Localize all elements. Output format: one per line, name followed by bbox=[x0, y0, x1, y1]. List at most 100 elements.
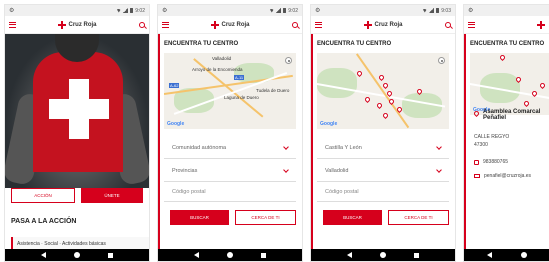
map-marker[interactable] bbox=[375, 101, 384, 110]
map-marker[interactable] bbox=[377, 73, 386, 82]
finder-title: ENCUENTRA TU CENTRO bbox=[317, 41, 392, 47]
menu-icon[interactable] bbox=[162, 21, 169, 28]
recent-apps-icon[interactable] bbox=[261, 252, 266, 258]
recent-apps-icon[interactable] bbox=[414, 252, 419, 258]
buscar-button[interactable]: BUSCAR bbox=[323, 210, 382, 225]
finder-title: ENCUENTRA TU CENTRO bbox=[164, 41, 239, 47]
status-bar: ⚙ 9:02 bbox=[158, 5, 302, 16]
postal-code-input[interactable]: Código postal bbox=[317, 182, 449, 202]
app-logo[interactable]: Cruz Roja bbox=[364, 20, 403, 29]
search-icon[interactable] bbox=[291, 21, 298, 28]
signal-icon bbox=[123, 8, 129, 13]
center-zip: 47300 bbox=[474, 142, 488, 148]
home-icon[interactable] bbox=[520, 252, 527, 258]
map-marker[interactable] bbox=[522, 99, 531, 108]
map-marker[interactable] bbox=[381, 111, 390, 120]
map-marker[interactable] bbox=[498, 53, 507, 62]
back-icon[interactable] bbox=[194, 252, 199, 258]
signal-icon bbox=[276, 8, 282, 13]
status-bar: ⚙ 9:02 bbox=[5, 5, 149, 16]
android-navbar bbox=[311, 249, 455, 261]
shirt-cross-icon bbox=[49, 79, 109, 139]
red-cross-icon bbox=[364, 20, 373, 29]
app-logo[interactable]: Cruz Roja bbox=[58, 20, 97, 29]
center-email[interactable]: penafiel@cruzroja.es bbox=[484, 173, 531, 179]
accion-button[interactable]: ACCIÓN bbox=[11, 188, 75, 203]
back-icon[interactable] bbox=[486, 252, 492, 258]
map-label: Valladolid bbox=[212, 56, 232, 61]
map-label: Arroyo de la Encomienda bbox=[192, 67, 243, 72]
app-logo[interactable]: Cruz Roja bbox=[211, 20, 250, 29]
wifi-icon bbox=[422, 8, 428, 13]
map[interactable]: Valladolid Arroyo de la Encomienda A-62 … bbox=[164, 53, 296, 129]
wifi-icon bbox=[116, 8, 122, 13]
provincia-select[interactable]: Valladolid bbox=[317, 160, 449, 182]
app-bar: Cruz Roja bbox=[5, 16, 149, 34]
settings-icon: ⚙ bbox=[468, 8, 474, 14]
settings-icon: ⚙ bbox=[9, 8, 15, 14]
wifi-icon bbox=[269, 8, 275, 13]
road-badge: A-62 bbox=[169, 83, 180, 88]
android-navbar bbox=[5, 249, 149, 261]
unete-button[interactable]: ÚNETE bbox=[81, 188, 143, 203]
map[interactable]: Google bbox=[317, 53, 449, 129]
home-icon[interactable] bbox=[227, 252, 233, 258]
clock: 9:02 bbox=[135, 7, 145, 14]
map-marker[interactable] bbox=[381, 81, 390, 90]
screen-finder-empty: ⚙ 9:02 Cruz Roja ENCUENTRA TU CENTRO Val… bbox=[157, 4, 303, 262]
home-icon[interactable] bbox=[74, 252, 80, 258]
map-marker[interactable] bbox=[538, 81, 547, 90]
back-icon[interactable] bbox=[347, 252, 352, 258]
red-cross-icon bbox=[58, 20, 67, 29]
recent-apps-icon[interactable] bbox=[108, 252, 113, 258]
red-cross-icon bbox=[211, 20, 220, 29]
map-label: Laguna de Duero bbox=[224, 95, 259, 100]
center-phone[interactable]: 983880765 bbox=[483, 159, 508, 165]
map[interactable]: Google bbox=[470, 53, 549, 115]
back-icon[interactable] bbox=[41, 252, 46, 258]
search-icon[interactable] bbox=[444, 21, 451, 28]
accent-bar bbox=[311, 34, 313, 249]
screen-finder-filled: ⚙ 9:03 Cruz Roja ENCUENTRA TU CENTRO Goo… bbox=[310, 4, 456, 262]
postal-code-input[interactable]: Código postal bbox=[164, 182, 296, 202]
menu-icon[interactable] bbox=[9, 21, 16, 28]
screen-center-detail: ⚙ ENCUENTRA TU CENTRO Google Asamblea Co… bbox=[463, 4, 549, 262]
phone-icon bbox=[474, 159, 479, 165]
my-location-icon[interactable] bbox=[438, 57, 445, 64]
provincia-select[interactable]: Provincias bbox=[164, 160, 296, 182]
red-cross-icon bbox=[537, 20, 545, 29]
app-logo[interactable] bbox=[537, 20, 545, 29]
menu-icon[interactable] bbox=[468, 21, 475, 28]
chevron-down-icon bbox=[436, 166, 442, 173]
comunidad-select[interactable]: Comunidad autónoma bbox=[164, 137, 296, 159]
settings-icon: ⚙ bbox=[162, 8, 168, 14]
map-marker[interactable] bbox=[363, 95, 372, 104]
map-marker[interactable] bbox=[387, 97, 396, 106]
my-location-icon[interactable] bbox=[285, 57, 292, 64]
app-bar bbox=[464, 16, 549, 34]
cerca-button[interactable]: CERCA DE TI bbox=[235, 210, 296, 225]
search-icon[interactable] bbox=[138, 21, 145, 28]
accent-bar bbox=[158, 34, 160, 249]
hero-image bbox=[5, 34, 149, 188]
cerca-button[interactable]: CERCA DE TI bbox=[388, 210, 449, 225]
app-bar: Cruz Roja bbox=[158, 16, 302, 34]
map-marker[interactable] bbox=[355, 69, 364, 78]
status-bar: ⚙ 9:03 bbox=[311, 5, 455, 16]
signal-icon bbox=[429, 8, 435, 13]
finder-title: ENCUENTRA TU CENTRO bbox=[470, 41, 545, 47]
center-detail: Asamblea Comarcal Peñafiel CALLE REGYO 47… bbox=[472, 109, 549, 187]
google-logo: Google bbox=[167, 121, 185, 127]
buscar-button[interactable]: BUSCAR bbox=[170, 210, 229, 225]
location-pin-icon bbox=[472, 109, 481, 118]
battery-icon bbox=[130, 8, 134, 13]
comunidad-select[interactable]: Castilla Y León bbox=[317, 137, 449, 159]
menu-icon[interactable] bbox=[315, 21, 322, 28]
chevron-down-icon bbox=[283, 143, 289, 150]
chevron-down-icon bbox=[436, 143, 442, 150]
road-badge: A-11 bbox=[234, 75, 245, 80]
center-street: CALLE REGYO bbox=[474, 134, 510, 140]
chevron-down-icon bbox=[283, 166, 289, 173]
home-icon[interactable] bbox=[380, 252, 386, 258]
mail-icon bbox=[474, 174, 480, 178]
